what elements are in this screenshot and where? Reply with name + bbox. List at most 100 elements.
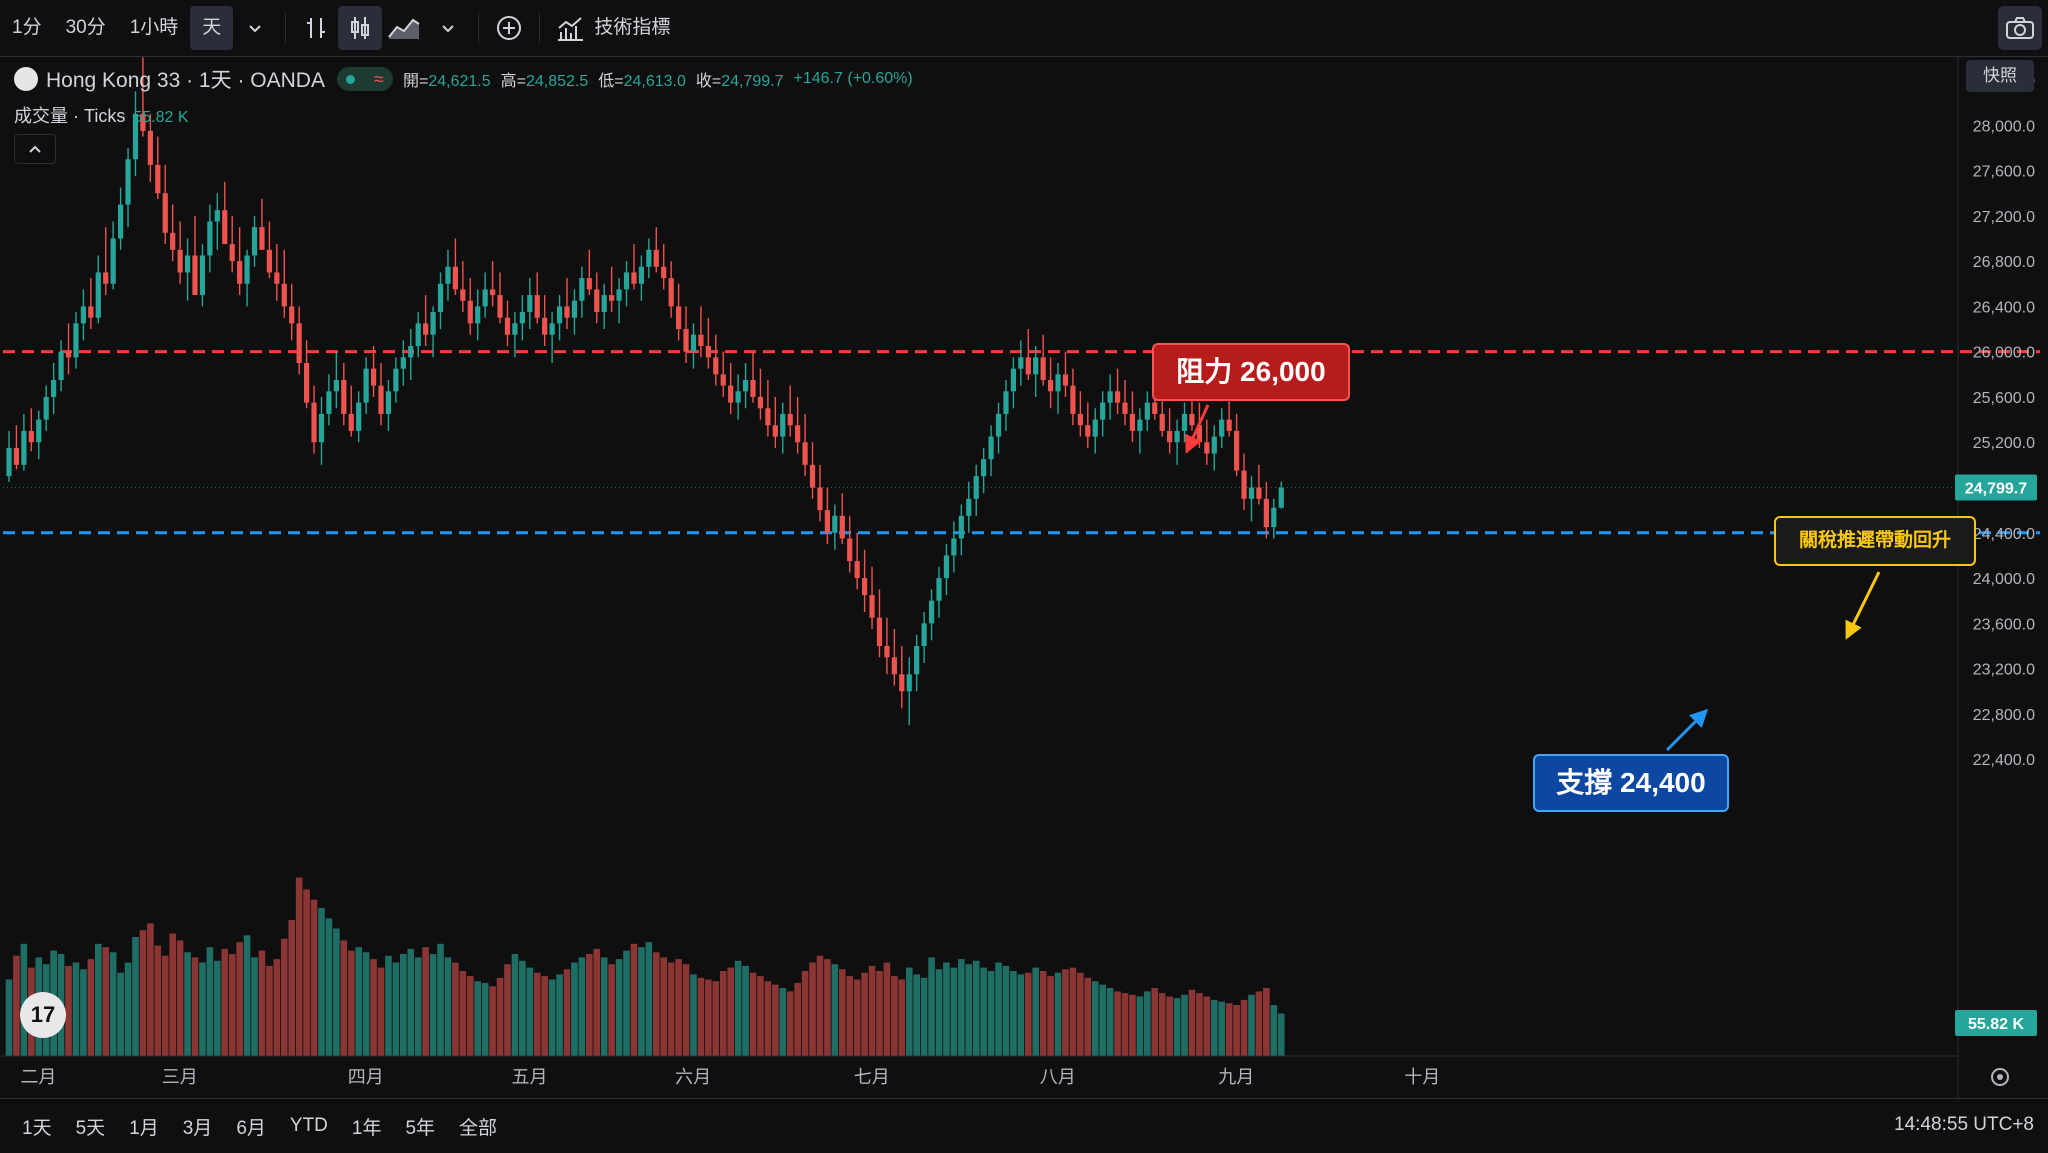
candle-body — [876, 617, 883, 646]
price-chart[interactable]: 22,400.0 22,800.0 23,200.0 23,600.0 24,000.0… — [0, 0, 2048, 1152]
volume-bar — [905, 967, 913, 1056]
volume-bar — [764, 981, 772, 1056]
volume-bar — [876, 971, 883, 1056]
candle-body — [452, 266, 458, 290]
candle-body — [460, 289, 466, 301]
candle-body — [1107, 391, 1113, 403]
ohlc-open: 開=24,621.5 — [402, 73, 491, 90]
volume-bar — [1047, 976, 1054, 1056]
volume-bar — [466, 976, 474, 1056]
volume-bar — [72, 962, 80, 1056]
clock-timezone[interactable]: 14:48:55 UTC+8 — [1894, 1114, 2034, 1136]
price-tick-label: 25,600.0 — [1973, 390, 2035, 407]
candle-body — [928, 600, 935, 624]
volume-bar — [1039, 971, 1047, 1056]
annotation-arrows — [1185, 404, 1881, 752]
market-status-badge[interactable]: ≈ — [336, 67, 393, 91]
candle-body — [1122, 402, 1128, 414]
candle-body — [110, 238, 116, 284]
candle-body — [564, 306, 570, 318]
month-label: 九月 — [1218, 1067, 1254, 1088]
volume-bar — [318, 908, 325, 1056]
candle-body — [1100, 402, 1106, 420]
candle-body — [177, 249, 183, 273]
candle-body — [1085, 425, 1091, 437]
candle-body — [683, 329, 689, 352]
candle-body — [787, 413, 793, 426]
volume-bar — [333, 928, 340, 1056]
volume-bar — [132, 937, 139, 1056]
candle-body — [1070, 385, 1076, 414]
candle-body — [155, 164, 161, 194]
volume-bar — [251, 957, 258, 1056]
candle-body — [839, 515, 845, 539]
candle-body — [623, 272, 630, 290]
tradingview-logo[interactable]: 17 — [20, 992, 66, 1038]
volume-bar — [682, 964, 690, 1056]
candle-body — [274, 272, 280, 284]
price-tick-label: 22,800.0 — [1973, 707, 2035, 724]
volume-bar — [154, 945, 162, 1056]
volume-bar — [697, 977, 705, 1056]
volume-bar — [392, 962, 400, 1056]
volume-bar — [94, 943, 102, 1056]
symbol-logo — [14, 67, 38, 91]
volume-bar — [705, 979, 712, 1056]
volume-bar — [1002, 965, 1010, 1056]
price-tick-label: 23,600.0 — [1973, 616, 2035, 633]
volume-bar — [199, 962, 206, 1056]
candle-body — [363, 368, 369, 403]
volume-bar — [1166, 996, 1173, 1056]
candle-body — [244, 255, 250, 284]
volume-bar — [838, 969, 846, 1056]
volume-bar — [965, 964, 973, 1056]
volume-title: 成交量 · Ticks — [14, 106, 126, 126]
candle-body — [497, 295, 503, 318]
candle-body — [1278, 487, 1284, 508]
candle-body — [1167, 430, 1173, 443]
candle-body — [1137, 419, 1143, 431]
range-1d[interactable]: 1天 — [10, 1113, 64, 1140]
settings-gear-icon[interactable] — [1991, 1068, 2009, 1086]
volume-bar — [980, 967, 987, 1056]
collapse-legend-button[interactable] — [14, 134, 56, 164]
range-5d[interactable]: 5天 — [64, 1113, 118, 1140]
volume-bar — [65, 965, 72, 1056]
snapshot-button[interactable]: 快照 — [1966, 60, 2034, 92]
candle-body — [423, 323, 429, 335]
range-1m[interactable]: 1月 — [117, 1113, 171, 1140]
volume-tag-label: 55.82 K — [1968, 1016, 2024, 1033]
volume-bar — [1263, 988, 1270, 1056]
candle-body — [318, 413, 325, 443]
candle-body — [527, 295, 533, 313]
volume-bar — [1151, 988, 1159, 1056]
volume-bar — [1017, 974, 1025, 1056]
candle-body — [884, 646, 890, 658]
range-all[interactable]: 全部 — [447, 1113, 509, 1140]
volume-bar — [511, 954, 519, 1056]
volume-bar — [779, 988, 787, 1056]
range-3m[interactable]: 3月 — [171, 1113, 225, 1140]
candle-body — [586, 278, 592, 290]
range-ytd[interactable]: YTD — [278, 1115, 340, 1137]
volume-bar — [288, 920, 296, 1056]
volume-bar — [481, 982, 489, 1056]
volume-bar — [1010, 971, 1017, 1056]
candle-body — [802, 442, 808, 465]
gear-hub — [1997, 1074, 2003, 1080]
volume-bar — [1233, 1005, 1240, 1056]
candle-body — [1092, 419, 1098, 437]
volume-bar — [519, 960, 526, 1056]
candle-body — [713, 357, 719, 375]
range-1y[interactable]: 1年 — [340, 1113, 394, 1140]
month-label: 五月 — [511, 1067, 547, 1088]
candle-body — [103, 272, 109, 284]
volume-bar — [526, 967, 534, 1056]
candle-body — [579, 278, 585, 301]
candle-body — [772, 425, 778, 437]
range-5y[interactable]: 5年 — [393, 1113, 447, 1140]
symbol-title[interactable]: Hong Kong 33 · 1天 · OANDA — [46, 64, 325, 94]
candle-body — [854, 561, 860, 579]
range-6m[interactable]: 6月 — [224, 1113, 278, 1140]
volume-legend[interactable]: 成交量 · Ticks 55.82 K — [14, 102, 188, 128]
